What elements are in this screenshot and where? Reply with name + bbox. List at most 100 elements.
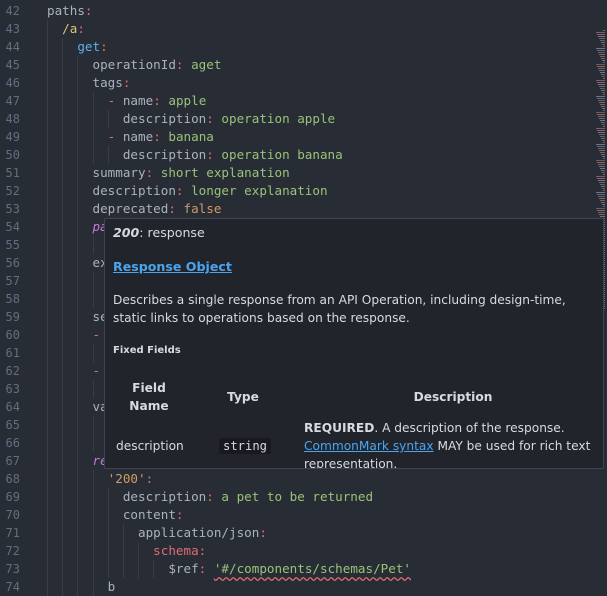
fixed-fields-heading: Fixed Fields (113, 345, 181, 356)
code-text: re (47, 452, 108, 470)
code-token: : (206, 147, 222, 162)
code-token: $ref (168, 561, 199, 576)
line-number: 55 (5, 238, 20, 252)
code-line[interactable]: 53 deprecated: false (0, 200, 607, 218)
code-token: : (153, 93, 169, 108)
code-line[interactable]: 48 description: operation apple (0, 110, 607, 128)
code-line[interactable]: 70 content: (0, 506, 607, 524)
line-number: 74 (5, 580, 20, 594)
minimap-line (598, 196, 605, 197)
minimap-line (600, 184, 605, 185)
code-line[interactable]: 45 operationId: aget (0, 56, 607, 74)
header-description: Description (413, 390, 493, 404)
code-token: /a (62, 21, 78, 36)
minimap-line (598, 68, 605, 69)
minimap-line (601, 154, 605, 155)
code-line[interactable]: 47 - name: apple (0, 92, 607, 110)
minimap-line (601, 122, 605, 123)
code-text: /a: (47, 20, 85, 38)
line-number: 44 (5, 40, 20, 54)
code-token: name (122, 93, 154, 108)
minimap-line (602, 44, 605, 45)
minimap-line (597, 82, 605, 83)
code-line[interactable]: 72 schema: (0, 542, 607, 560)
line-number: 45 (5, 58, 20, 72)
code-token: : (122, 75, 131, 90)
type-value: string (219, 437, 272, 455)
code-text: tags: (47, 74, 131, 92)
minimap-line (598, 36, 605, 37)
code-line[interactable]: 52 description: longer explanation (0, 182, 607, 200)
minimap-line (603, 174, 605, 175)
minimap-line (599, 54, 605, 55)
description-value: REQUIRED. A description of the response.… (304, 421, 591, 469)
line-number: 66 (5, 436, 20, 450)
line-number: 59 (5, 310, 20, 324)
code-text: b (47, 578, 116, 596)
code-line[interactable]: 46 tags: (0, 74, 607, 92)
line-number: 48 (5, 112, 20, 126)
minimap-line (603, 78, 605, 79)
code-line[interactable]: 73 $ref: '#/components/schemas/Pet' (0, 560, 607, 578)
commonmark-link[interactable]: CommonMark syntax (304, 439, 434, 453)
code-token: schema (153, 543, 199, 558)
code-text: - (47, 326, 101, 344)
code-token: operation banana (221, 147, 343, 162)
line-number: 52 (5, 184, 20, 198)
code-line[interactable]: 69 description: a pet to be returned (0, 488, 607, 506)
code-token: operationId (92, 57, 176, 72)
minimap-line (600, 136, 605, 137)
minimap-line (596, 48, 605, 49)
minimap-line (599, 198, 605, 199)
code-token: - (92, 363, 101, 378)
minimap-line (602, 188, 605, 189)
code-line[interactable]: 68 '200': (0, 470, 607, 488)
code-line[interactable]: 74 b (0, 578, 607, 596)
minimap-line (599, 70, 605, 71)
header-field-name: Field Name (129, 381, 169, 413)
code-text: se (47, 308, 108, 326)
code-token: description (122, 111, 207, 126)
minimap-line (598, 180, 605, 181)
code-token: longer explanation (191, 183, 328, 198)
code-token: b (107, 579, 116, 594)
minimap-line (597, 130, 605, 131)
code-token: false (183, 201, 222, 216)
line-number: 61 (5, 346, 20, 360)
code-line[interactable]: 43 /a: (0, 20, 607, 38)
minimap-line (596, 112, 605, 113)
minimap-line (598, 52, 605, 53)
line-number: 57 (5, 274, 20, 288)
code-line[interactable]: 42 paths: (0, 2, 607, 20)
minimap-line (598, 164, 605, 165)
code-line[interactable]: 44 get: (0, 38, 607, 56)
minimap-line (599, 118, 605, 119)
minimap-line (600, 120, 605, 121)
minimap-line (599, 150, 605, 151)
line-number: 63 (5, 382, 20, 396)
code-text: operationId: aget (47, 56, 222, 74)
code-text: pa (47, 218, 108, 236)
minimap-line (599, 38, 605, 39)
code-text: description: longer explanation (47, 182, 328, 200)
minimap-line (602, 140, 605, 141)
minimap-line (601, 186, 605, 187)
line-number: 73 (5, 562, 20, 576)
code-line[interactable]: 51 summary: short explanation (0, 164, 607, 182)
line-number: 43 (5, 22, 20, 36)
code-token: '200' (107, 471, 146, 486)
minimap-line (602, 108, 605, 109)
minimap-line (600, 72, 605, 73)
code-token: paths (47, 3, 85, 18)
code-line[interactable]: 50 description: operation banana (0, 146, 607, 164)
minimap-line (598, 100, 605, 101)
response-object-link[interactable]: Response Object (113, 259, 232, 274)
code-token: description (122, 489, 207, 504)
hover-tooltip: 200: response Response Object Describes … (104, 218, 604, 469)
code-line[interactable]: 49 - name: banana (0, 128, 607, 146)
code-line[interactable]: 71 application/json: (0, 524, 607, 542)
code-token: operation apple (221, 111, 336, 126)
